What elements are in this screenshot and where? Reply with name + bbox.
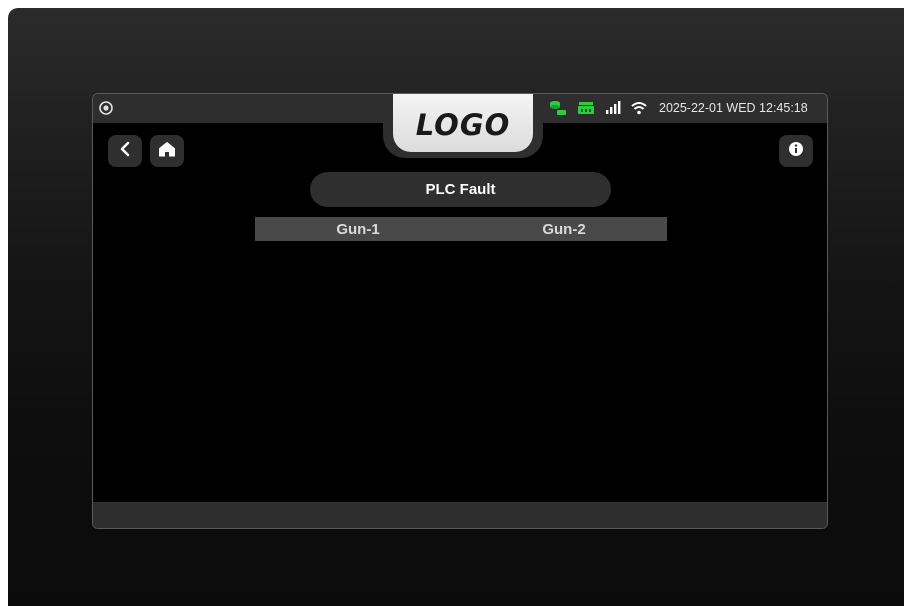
- datetime-display: 2025-22-01 WED 12:45:18: [659, 101, 808, 115]
- column-header-gun-1: Gun-1: [336, 220, 380, 238]
- network-icon: [577, 100, 595, 116]
- gun-table-header: Gun-1 Gun-2: [255, 217, 667, 241]
- home-icon: [158, 141, 176, 162]
- status-icons: 2025-22-01 WED 12:45:18: [549, 99, 808, 117]
- back-button[interactable]: [108, 135, 142, 167]
- logo-text: LOGO: [415, 108, 511, 142]
- page-title: PLC Fault: [310, 172, 611, 207]
- signal-bars-icon: [605, 101, 621, 115]
- home-button[interactable]: [150, 135, 184, 167]
- chevron-left-icon: [118, 141, 132, 162]
- hmi-screen: 2025-22-01 WED 12:45:18 LOGO PLC Fault G…: [92, 93, 828, 529]
- footer-bar: [93, 502, 827, 528]
- logo: LOGO: [393, 94, 533, 152]
- database-icon: [549, 100, 567, 116]
- column-header-gun-2: Gun-2: [542, 220, 586, 238]
- wifi-icon: [631, 101, 647, 115]
- info-icon: [788, 141, 804, 162]
- info-button[interactable]: [779, 135, 813, 167]
- camera-icon: [99, 101, 113, 115]
